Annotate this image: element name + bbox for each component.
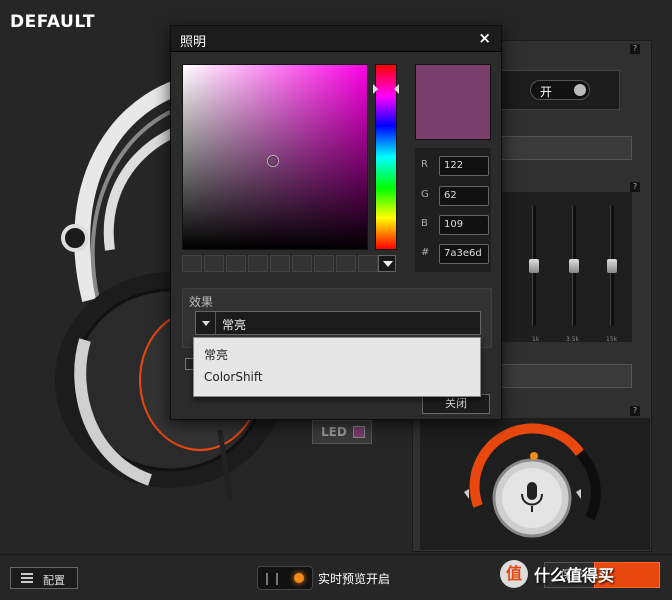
hue-handle-right[interactable] [394, 84, 399, 94]
saturation-value-picker[interactable] [182, 64, 368, 250]
eq-slider-3-5k[interactable] [569, 259, 579, 273]
color-swatch[interactable] [248, 255, 268, 272]
red-field[interactable]: 122 [439, 156, 489, 176]
color-swatch[interactable] [226, 255, 246, 272]
color-swatch[interactable] [336, 255, 356, 272]
led-label: LED [321, 425, 347, 439]
mic-area [420, 418, 650, 550]
dialog-header: 照明 × [171, 26, 501, 52]
color-swatch[interactable] [292, 255, 312, 272]
effect-selected: 常亮 [222, 318, 247, 332]
preset-bar[interactable] [500, 136, 632, 160]
mic-preset-bar[interactable] [500, 364, 632, 388]
toggle-label: 开 [540, 85, 553, 99]
effect-option-colorshift[interactable]: ColorShift [194, 366, 480, 388]
effect-option-steady[interactable]: 常亮 [194, 344, 480, 366]
live-preview-toggle[interactable] [257, 566, 313, 590]
watermark-text: 什么值得买 [534, 566, 615, 585]
led-swatch [353, 426, 365, 438]
lighting-dialog: 照明 × R 122 G 62 B 109 # 7a3e6d 效果 常亮 关闭 … [170, 25, 502, 420]
config-label: 配置 [43, 574, 65, 587]
power-toggle[interactable]: 开 [530, 80, 590, 100]
blue-field[interactable]: 109 [439, 215, 489, 235]
hue-handle-left[interactable] [373, 84, 378, 94]
hex-label: # [421, 247, 430, 258]
effect-label: 效果 [189, 295, 214, 309]
help-icon[interactable]: ? [630, 182, 640, 192]
grip-icon [266, 573, 278, 585]
chevron-down-icon[interactable] [196, 312, 216, 334]
color-swatch[interactable] [314, 255, 334, 272]
watermark-logo: 值 [500, 560, 528, 588]
dialog-title: 照明 [180, 35, 207, 50]
config-button[interactable]: 配置 [10, 567, 78, 589]
profile-title: DEFAULT [10, 12, 95, 32]
status-dot [294, 573, 304, 583]
color-swatch[interactable] [270, 255, 290, 272]
eq-label-3-5k: 3.5k [566, 336, 580, 343]
led-color-button[interactable]: LED [312, 420, 372, 444]
help-icon[interactable]: ? [630, 44, 640, 54]
color-swatch[interactable] [182, 255, 202, 272]
eq-slider-15k[interactable] [607, 259, 617, 273]
eq-label-1k: 1k [532, 336, 540, 343]
eq-slider-1k[interactable] [529, 259, 539, 273]
toggle-knob [574, 84, 586, 96]
mic-volume-dial[interactable] [420, 418, 650, 550]
green-label: G [421, 189, 429, 200]
effect-dropdown-menu: 常亮 ColorShift [193, 337, 481, 397]
swatch-row [182, 255, 378, 272]
swatch-dropdown-button[interactable] [378, 255, 396, 272]
watermark: 值 什么值得买 [500, 556, 614, 592]
color-preview [415, 64, 491, 140]
close-button[interactable]: 关闭 [422, 394, 490, 414]
help-icon[interactable]: ? [630, 406, 640, 416]
close-icon[interactable]: × [478, 29, 491, 47]
red-label: R [421, 159, 428, 170]
equalizer-area: 1k 3.5k 15k [500, 192, 632, 343]
rgb-inputs: R 122 G 62 B 109 # 7a3e6d [415, 148, 491, 272]
list-icon [21, 573, 33, 583]
effect-select[interactable]: 常亮 [195, 311, 481, 335]
blue-label: B [421, 218, 428, 229]
green-field[interactable]: 62 [439, 186, 489, 206]
color-swatch[interactable] [204, 255, 224, 272]
live-preview-label: 实时预览开启 [318, 572, 391, 586]
eq-label-15k: 15k [606, 336, 618, 343]
hex-field[interactable]: 7a3e6d [439, 244, 489, 264]
color-swatch[interactable] [358, 255, 378, 272]
color-cursor[interactable] [268, 156, 278, 166]
